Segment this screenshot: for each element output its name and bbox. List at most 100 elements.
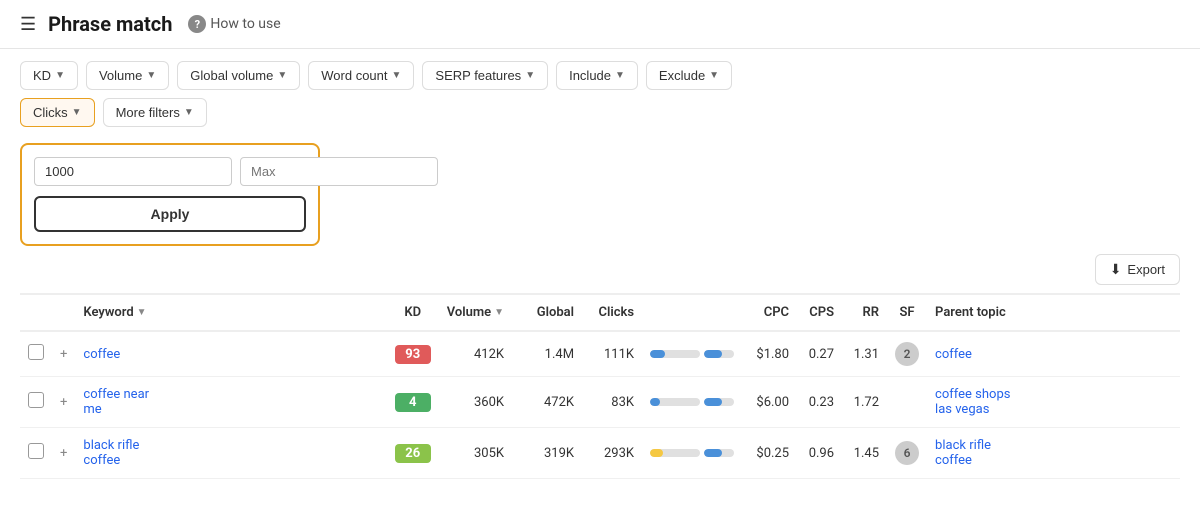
sort-icon: ▼ bbox=[494, 307, 504, 318]
chevron-down-icon: ▼ bbox=[146, 70, 156, 81]
clicks-max-input[interactable] bbox=[240, 157, 438, 186]
volume-col-header[interactable]: Volume ▼ bbox=[439, 295, 512, 331]
keyword-cell: coffee nearme bbox=[75, 377, 386, 428]
rr-cell: 1.31 bbox=[842, 331, 887, 377]
kd-cell: 4 bbox=[387, 377, 439, 428]
clicks-cell: 111K bbox=[582, 331, 642, 377]
clicks-popup: Apply bbox=[20, 143, 320, 246]
sf-cell bbox=[887, 377, 927, 428]
chevron-down-icon: ▼ bbox=[277, 70, 287, 81]
export-button[interactable]: ⬇ Export bbox=[1095, 254, 1180, 285]
chevron-down-icon: ▼ bbox=[392, 70, 402, 81]
keyword-link[interactable]: black rifle bbox=[83, 438, 378, 453]
parent-topic-link[interactable]: coffee shops bbox=[935, 387, 1172, 402]
volume-cell: 360K bbox=[439, 377, 512, 428]
rr-cell: 1.72 bbox=[842, 377, 887, 428]
keywords-table: Keyword ▼ KD Volume ▼ Global Clicks bbox=[20, 295, 1180, 479]
sf-col-header: SF bbox=[887, 295, 927, 331]
cps-cell: 0.96 bbox=[797, 428, 842, 479]
kd-badge: 26 bbox=[395, 444, 431, 463]
sf-badge: 6 bbox=[895, 441, 919, 465]
cps-cell: 0.23 bbox=[797, 377, 842, 428]
clicks-min-input[interactable] bbox=[34, 157, 232, 186]
parent-topic-cell: coffee shopslas vegas bbox=[927, 377, 1180, 428]
sf-badge: 2 bbox=[895, 342, 919, 366]
table-area: ⬇ Export Keyword ▼ KD bbox=[0, 246, 1200, 479]
rr-col-header: RR bbox=[842, 295, 887, 331]
table-header-row: ⬇ Export bbox=[20, 246, 1180, 295]
cpc-cell: $1.80 bbox=[742, 331, 797, 377]
row-checkbox-cell bbox=[20, 377, 52, 428]
kd-col-header: KD bbox=[387, 295, 439, 331]
trend-cell bbox=[642, 331, 742, 377]
row-add-cell[interactable]: + bbox=[52, 331, 75, 377]
export-icon: ⬇ bbox=[1110, 261, 1122, 278]
global-cell: 319K bbox=[512, 428, 582, 479]
clicks-col-header: Clicks bbox=[582, 295, 642, 331]
parent-topic-link[interactable]: coffee bbox=[935, 453, 1172, 468]
cpc-cell: $6.00 bbox=[742, 377, 797, 428]
kd-filter-btn[interactable]: KD ▼ bbox=[20, 61, 78, 90]
table-row: + black riflecoffee 26 305K 319K 293K $0… bbox=[20, 428, 1180, 479]
parent-topic-link[interactable]: las vegas bbox=[935, 402, 1172, 417]
trend-cell bbox=[642, 377, 742, 428]
clicks-cell: 293K bbox=[582, 428, 642, 479]
kd-cell: 93 bbox=[387, 331, 439, 377]
how-to-use-label: How to use bbox=[210, 16, 280, 32]
trend-bar bbox=[650, 350, 734, 358]
row-add-cell[interactable]: + bbox=[52, 377, 75, 428]
serp-features-filter-btn[interactable]: SERP features ▼ bbox=[422, 61, 548, 90]
row-checkbox[interactable] bbox=[28, 344, 44, 360]
kd-badge: 4 bbox=[395, 393, 431, 412]
global-cell: 472K bbox=[512, 377, 582, 428]
chevron-down-icon: ▼ bbox=[525, 70, 535, 81]
global-cell: 1.4M bbox=[512, 331, 582, 377]
exclude-filter-btn[interactable]: Exclude ▼ bbox=[646, 61, 732, 90]
filters-row2: Clicks ▼ More filters ▼ bbox=[0, 98, 1200, 135]
page-title: Phrase match bbox=[48, 12, 172, 36]
add-col-header bbox=[52, 295, 75, 331]
chevron-down-icon: ▼ bbox=[55, 70, 65, 81]
row-checkbox-cell bbox=[20, 331, 52, 377]
sf-cell: 6 bbox=[887, 428, 927, 479]
trend-cell bbox=[642, 428, 742, 479]
global-col-header: Global bbox=[512, 295, 582, 331]
row-add-cell[interactable]: + bbox=[52, 428, 75, 479]
keyword-link[interactable]: coffee near bbox=[83, 387, 378, 402]
row-checkbox[interactable] bbox=[28, 443, 44, 459]
global-volume-filter-btn[interactable]: Global volume ▼ bbox=[177, 61, 300, 90]
kd-badge: 93 bbox=[395, 345, 431, 364]
page-wrapper: ☰ Phrase match ? How to use KD ▼ Volume … bbox=[0, 0, 1200, 521]
trend-bar bbox=[650, 449, 734, 457]
hamburger-icon[interactable]: ☰ bbox=[20, 14, 36, 35]
row-checkbox[interactable] bbox=[28, 392, 44, 408]
clicks-filter-btn[interactable]: Clicks ▼ bbox=[20, 98, 95, 127]
parent-topic-cell: coffee bbox=[927, 331, 1180, 377]
trend-col-header bbox=[642, 295, 742, 331]
help-icon: ? bbox=[188, 15, 206, 33]
clicks-cell: 83K bbox=[582, 377, 642, 428]
keyword-cell: black riflecoffee bbox=[75, 428, 386, 479]
keyword-col-header[interactable]: Keyword ▼ bbox=[75, 295, 386, 331]
checkbox-col-header bbox=[20, 295, 52, 331]
parent-topic-cell: black riflecoffee bbox=[927, 428, 1180, 479]
keyword-link[interactable]: coffee bbox=[83, 453, 378, 468]
keyword-link[interactable]: coffee bbox=[83, 347, 120, 362]
how-to-use-link[interactable]: ? How to use bbox=[188, 15, 280, 33]
volume-cell: 412K bbox=[439, 331, 512, 377]
keyword-link[interactable]: me bbox=[83, 402, 378, 417]
filters-row1: KD ▼ Volume ▼ Global volume ▼ Word count… bbox=[0, 49, 1200, 98]
parent-topic-link[interactable]: coffee bbox=[935, 347, 972, 362]
word-count-filter-btn[interactable]: Word count ▼ bbox=[308, 61, 414, 90]
table-header: Keyword ▼ KD Volume ▼ Global Clicks bbox=[20, 295, 1180, 331]
more-filters-btn[interactable]: More filters ▼ bbox=[103, 98, 207, 127]
volume-filter-btn[interactable]: Volume ▼ bbox=[86, 61, 169, 90]
chevron-down-icon: ▼ bbox=[184, 107, 194, 118]
parent-topic-link[interactable]: black rifle bbox=[935, 438, 1172, 453]
chevron-down-icon: ▼ bbox=[615, 70, 625, 81]
apply-button[interactable]: Apply bbox=[34, 196, 306, 232]
cps-cell: 0.27 bbox=[797, 331, 842, 377]
include-filter-btn[interactable]: Include ▼ bbox=[556, 61, 638, 90]
chevron-down-icon: ▼ bbox=[709, 70, 719, 81]
parent-col-header: Parent topic bbox=[927, 295, 1180, 331]
